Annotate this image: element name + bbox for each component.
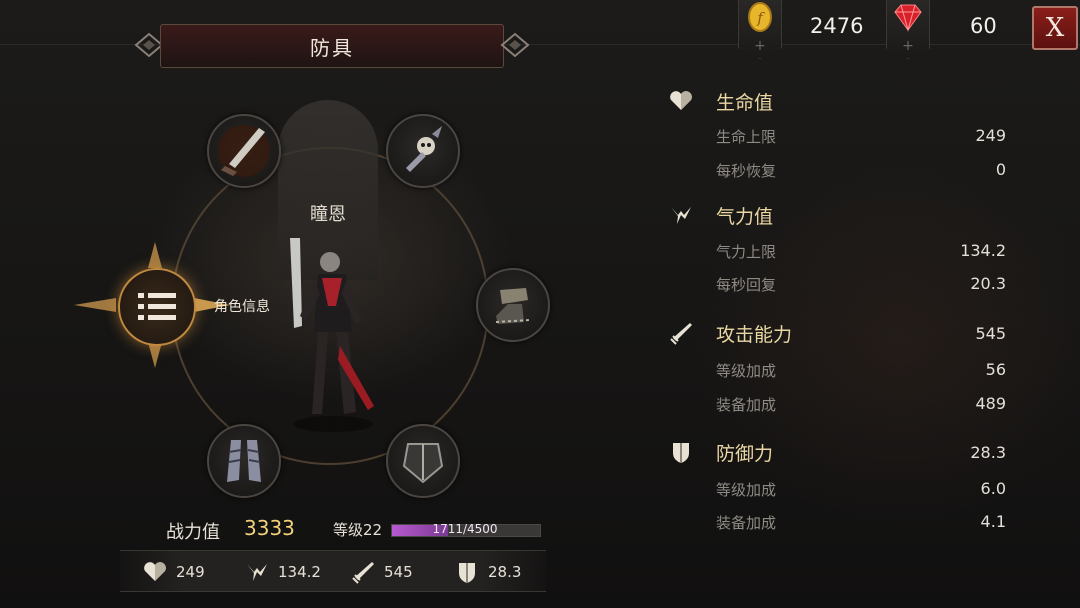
page-title-plate: 防具 <box>160 24 504 68</box>
gauntlet-slot[interactable] <box>476 268 550 342</box>
power-label: 战力值 <box>166 522 220 543</box>
stamina-icon <box>247 564 267 581</box>
summary-stamina-value: 134.2 <box>278 563 321 581</box>
stamina-icon <box>671 207 691 224</box>
summary-defense: 28.3 <box>454 559 521 585</box>
boots-slot[interactable] <box>207 424 281 498</box>
close-button[interactable]: X <box>1032 6 1078 50</box>
stat-attack-level-label: 等级加成 <box>716 362 777 380</box>
power-value: 3333 <box>244 516 295 540</box>
stat-hp-header: 生命值 <box>668 88 773 114</box>
summary-attack-value: 545 <box>384 563 413 581</box>
red-gem-icon: + <box>894 4 922 54</box>
stat-attack-header: 攻击能力 <box>668 320 792 346</box>
sword-icon <box>670 323 692 345</box>
stat-defense-level-label: 等级加成 <box>716 481 777 499</box>
summary-hp-value: 249 <box>176 563 205 581</box>
character-name: 瞳恩 <box>310 204 346 225</box>
stat-defense-value: 28.3 <box>970 443 1006 462</box>
stat-defense-header: 防御力 <box>668 439 773 465</box>
summary-hp: 249 <box>142 559 205 585</box>
stat-stamina-max-value: 134.2 <box>960 241 1006 260</box>
chest-armor-icon <box>402 443 444 484</box>
stat-attack-equip-label: 装备加成 <box>716 396 777 414</box>
weapon-slot[interactable] <box>207 114 281 188</box>
stat-hp-regen-label: 每秒恢复 <box>716 162 777 180</box>
list-menu-icon <box>138 293 176 320</box>
stat-defense-level-value: 6.0 <box>980 479 1006 498</box>
stat-attack-value: 545 <box>975 324 1006 343</box>
greaves-icon <box>227 440 261 482</box>
heart-icon <box>670 91 692 110</box>
stat-hp-regen-value: 0 <box>995 160 1006 179</box>
level-label: 等级22 <box>333 521 383 539</box>
stat-defense-equip-label: 装备加成 <box>716 514 777 532</box>
character-info-label: 角色信息 <box>214 299 270 315</box>
stat-stamina-regen-label: 每秒回复 <box>716 276 777 294</box>
stat-defense-name: 防御力 <box>716 442 774 465</box>
stat-hp-max-label: 生命上限 <box>716 128 777 146</box>
title-ornament-right-icon <box>500 32 530 58</box>
stat-defense-equip-value: 4.1 <box>980 512 1006 531</box>
heart-icon <box>144 562 166 581</box>
shield-icon <box>673 443 689 463</box>
helmet-slot[interactable] <box>386 114 460 188</box>
stat-stamina-name: 气力值 <box>716 205 774 228</box>
gauntlet-icon <box>495 288 531 324</box>
armor-slot[interactable] <box>386 424 460 498</box>
stat-attack-level-value: 56 <box>985 360 1006 379</box>
summary-defense-value: 28.3 <box>488 563 522 581</box>
gem-add-button[interactable]: + <box>886 0 930 59</box>
character-figure <box>290 238 374 432</box>
gold-coin-icon: f + <box>748 2 772 54</box>
shield-icon <box>459 563 475 583</box>
close-label: X <box>1045 13 1065 43</box>
stat-stamina-header: 气力值 <box>668 202 773 228</box>
skull-helmet-icon <box>406 126 442 172</box>
stat-attack-equip-value: 489 <box>975 394 1006 413</box>
gold-amount: 2476 <box>810 14 864 38</box>
stat-summary-bar: 249 134.2 545 28.3 <box>120 550 546 592</box>
gem-amount: 60 <box>970 14 997 38</box>
stat-hp-max-value: 249 <box>975 126 1006 145</box>
character-info-button[interactable] <box>118 268 196 346</box>
stat-stamina-max-label: 气力上限 <box>716 243 777 261</box>
svg-text:+: + <box>754 38 766 54</box>
sword-icon <box>352 562 374 584</box>
stat-hp-name: 生命值 <box>716 91 774 114</box>
svg-text:+: + <box>902 38 914 54</box>
page-title: 防具 <box>310 35 354 60</box>
summary-attack: 545 <box>350 559 413 585</box>
gold-add-button[interactable]: f + <box>738 0 782 59</box>
sword-item-icon <box>218 125 270 177</box>
stat-stamina-regen-value: 20.3 <box>970 274 1006 293</box>
stat-attack-name: 攻击能力 <box>716 323 793 346</box>
exp-text: 1711/4500 <box>432 522 498 536</box>
summary-stamina: 134.2 <box>244 559 321 585</box>
